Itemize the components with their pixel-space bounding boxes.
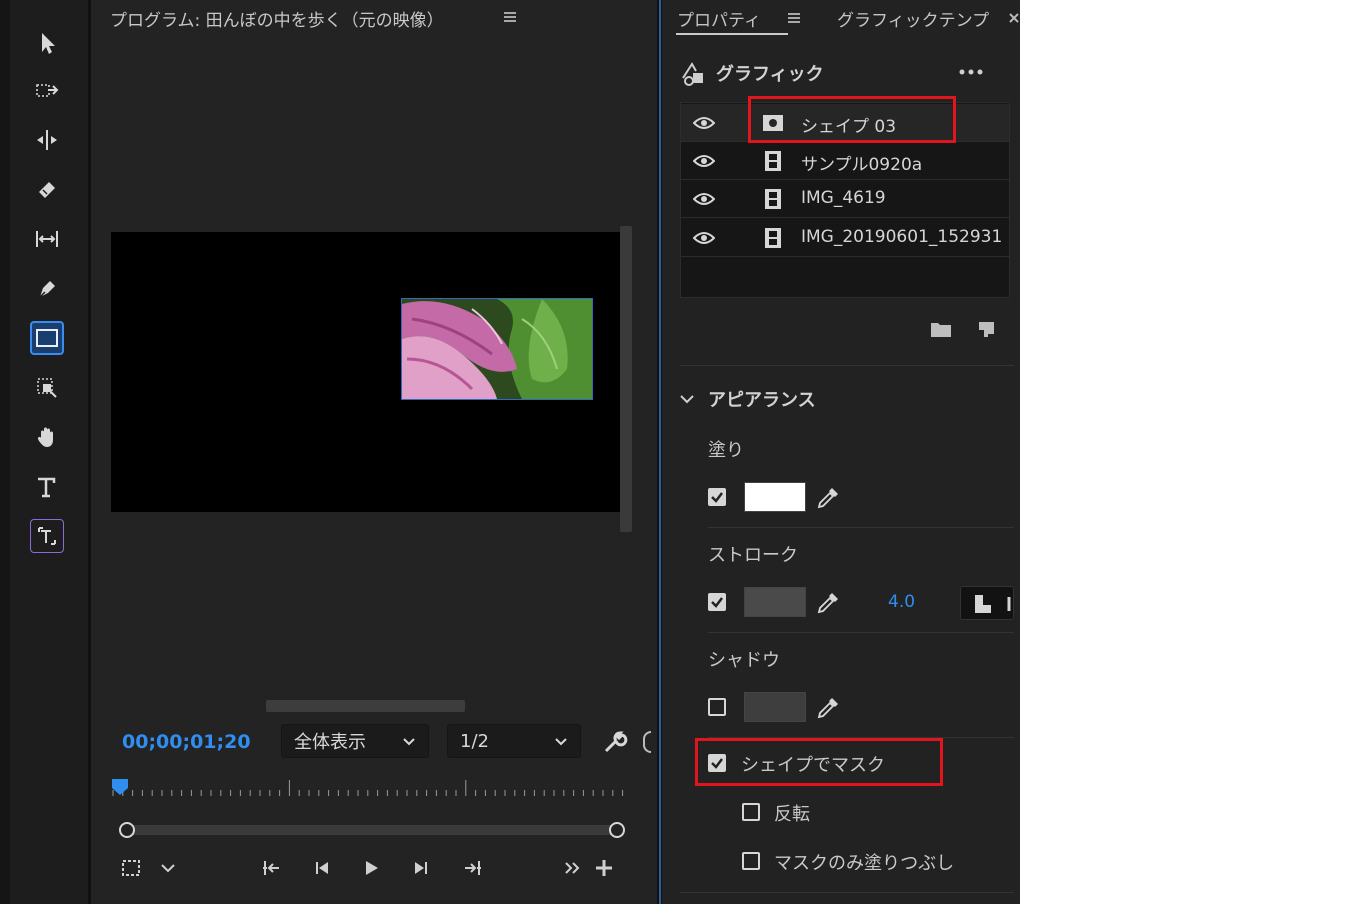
layer-row[interactable]: IMG_4619 [681,180,1009,218]
graphic-section-title: グラフィック [716,64,824,85]
properties-panel: プロパティ グラフィックテンプ グラフィック シェイプ 03 サンプル0920a… [662,0,1020,904]
eye-visibility-icon[interactable] [693,191,715,207]
step-back-icon[interactable] [309,855,335,881]
layer-name: IMG_20190601_152931 [801,227,1003,247]
chevron-down-icon[interactable] [155,855,181,881]
stroke-label: ストローク [708,545,798,566]
ripple-edit-tool-icon[interactable] [29,122,65,158]
layer-highlight-box [748,96,956,143]
track-select-forward-tool-icon[interactable] [29,73,65,109]
masked-video-clip[interactable] [401,298,593,400]
go-to-out-point-icon[interactable] [459,855,485,881]
invert-label: 反転 [774,804,810,825]
fill-checkbox[interactable] [708,488,726,506]
stroke-style-button[interactable] [960,586,1014,620]
selection-tool-icon[interactable] [29,25,65,61]
add-button-icon[interactable] [591,855,617,881]
eyedropper-icon[interactable] [816,696,840,720]
settings-wrench-icon[interactable] [602,729,628,755]
playback-resolution-dropdown[interactable]: 1/2 [447,724,581,758]
hand-tool-icon[interactable] [29,419,65,455]
appearance-section-title: アピアランス [708,390,816,411]
program-title: プログラム: 田んぼの中を歩く（元の映像） [110,11,444,31]
in-point-handle[interactable] [119,822,135,838]
shadow-label: シャドウ [708,650,780,671]
graphic-shapes-icon [682,62,703,86]
playhead-timecode[interactable]: 00;00;01;20 [122,731,251,753]
mask-only-fill-checkbox[interactable] [742,852,760,870]
out-point-handle[interactable] [609,822,625,838]
type-tool-icon[interactable] [29,469,65,505]
hamburger-menu-icon[interactable] [788,13,800,23]
pen-tool-icon[interactable] [29,271,65,307]
invert-checkbox[interactable] [742,803,760,821]
resolution-value: 1/2 [460,730,489,752]
more-options-icon[interactable] [958,66,984,78]
eye-visibility-icon[interactable] [693,230,715,246]
shadow-color-swatch[interactable] [744,692,806,722]
layer-name: IMG_4619 [801,188,886,208]
eyedropper-icon[interactable] [816,591,840,615]
fill-label: 塗り [708,440,744,461]
tools-panel [0,0,91,904]
timeline-ruler[interactable] [111,776,631,800]
layer-row[interactable]: サンプル0920a [681,142,1009,180]
film-clip-icon [765,151,781,171]
vertical-scrollbar[interactable] [620,226,632,532]
stroke-checkbox[interactable] [708,593,726,611]
fill-color-swatch[interactable] [744,482,806,512]
hamburger-menu-icon[interactable] [504,12,516,22]
zoom-level-value: 全体表示 [294,732,366,753]
shadow-checkbox[interactable] [708,698,726,716]
step-forward-icon[interactable] [408,855,434,881]
go-to-in-point-icon[interactable] [259,855,285,881]
new-group-folder-icon[interactable] [930,319,952,339]
razor-tool-icon[interactable] [29,172,65,208]
horizontal-scrollbar[interactable] [266,700,465,712]
mask-highlight-box [695,738,943,786]
layer-name: サンプル0920a [801,155,923,175]
tab-overflow-icon[interactable] [1008,8,1020,28]
more-controls-icon[interactable] [560,855,586,881]
play-icon[interactable] [358,855,384,881]
slip-tool-icon[interactable] [29,221,65,257]
in-out-range-bar[interactable] [119,822,627,838]
rotate-tool-icon[interactable] [29,370,65,406]
eye-visibility-icon[interactable] [693,153,715,169]
film-clip-icon [765,189,781,209]
zoom-level-dropdown[interactable]: 全体表示 [281,724,429,758]
rectangle-tool-icon[interactable] [29,320,65,356]
chevron-down-icon [555,738,567,746]
film-clip-icon [765,228,781,248]
chevron-down-icon[interactable] [678,390,696,408]
chevron-down-icon [403,738,415,746]
tab-graphic-templates[interactable]: グラフィックテンプ [837,6,1002,31]
eyedropper-icon[interactable] [816,486,840,510]
layer-row[interactable]: IMG_20190601_152931 [681,219,1009,257]
safe-margins-icon[interactable] [118,855,144,881]
program-monitor: プログラム: 田んぼの中を歩く（元の映像） 00;00;01;20 全体表示 1… [91,0,657,904]
mask-only-fill-label: マスクのみ塗りつぶし [774,853,955,874]
overflow-indicator-icon [643,731,651,753]
eye-visibility-icon[interactable] [693,115,715,131]
vertical-type-tool-icon[interactable] [29,518,65,554]
playhead-marker-icon[interactable] [111,779,129,795]
stroke-width-value[interactable]: 4.0 [888,592,915,612]
new-layer-icon[interactable] [976,320,996,338]
tab-properties[interactable]: プロパティ [677,6,761,31]
stroke-color-swatch[interactable] [744,587,806,617]
video-canvas[interactable] [111,232,621,512]
